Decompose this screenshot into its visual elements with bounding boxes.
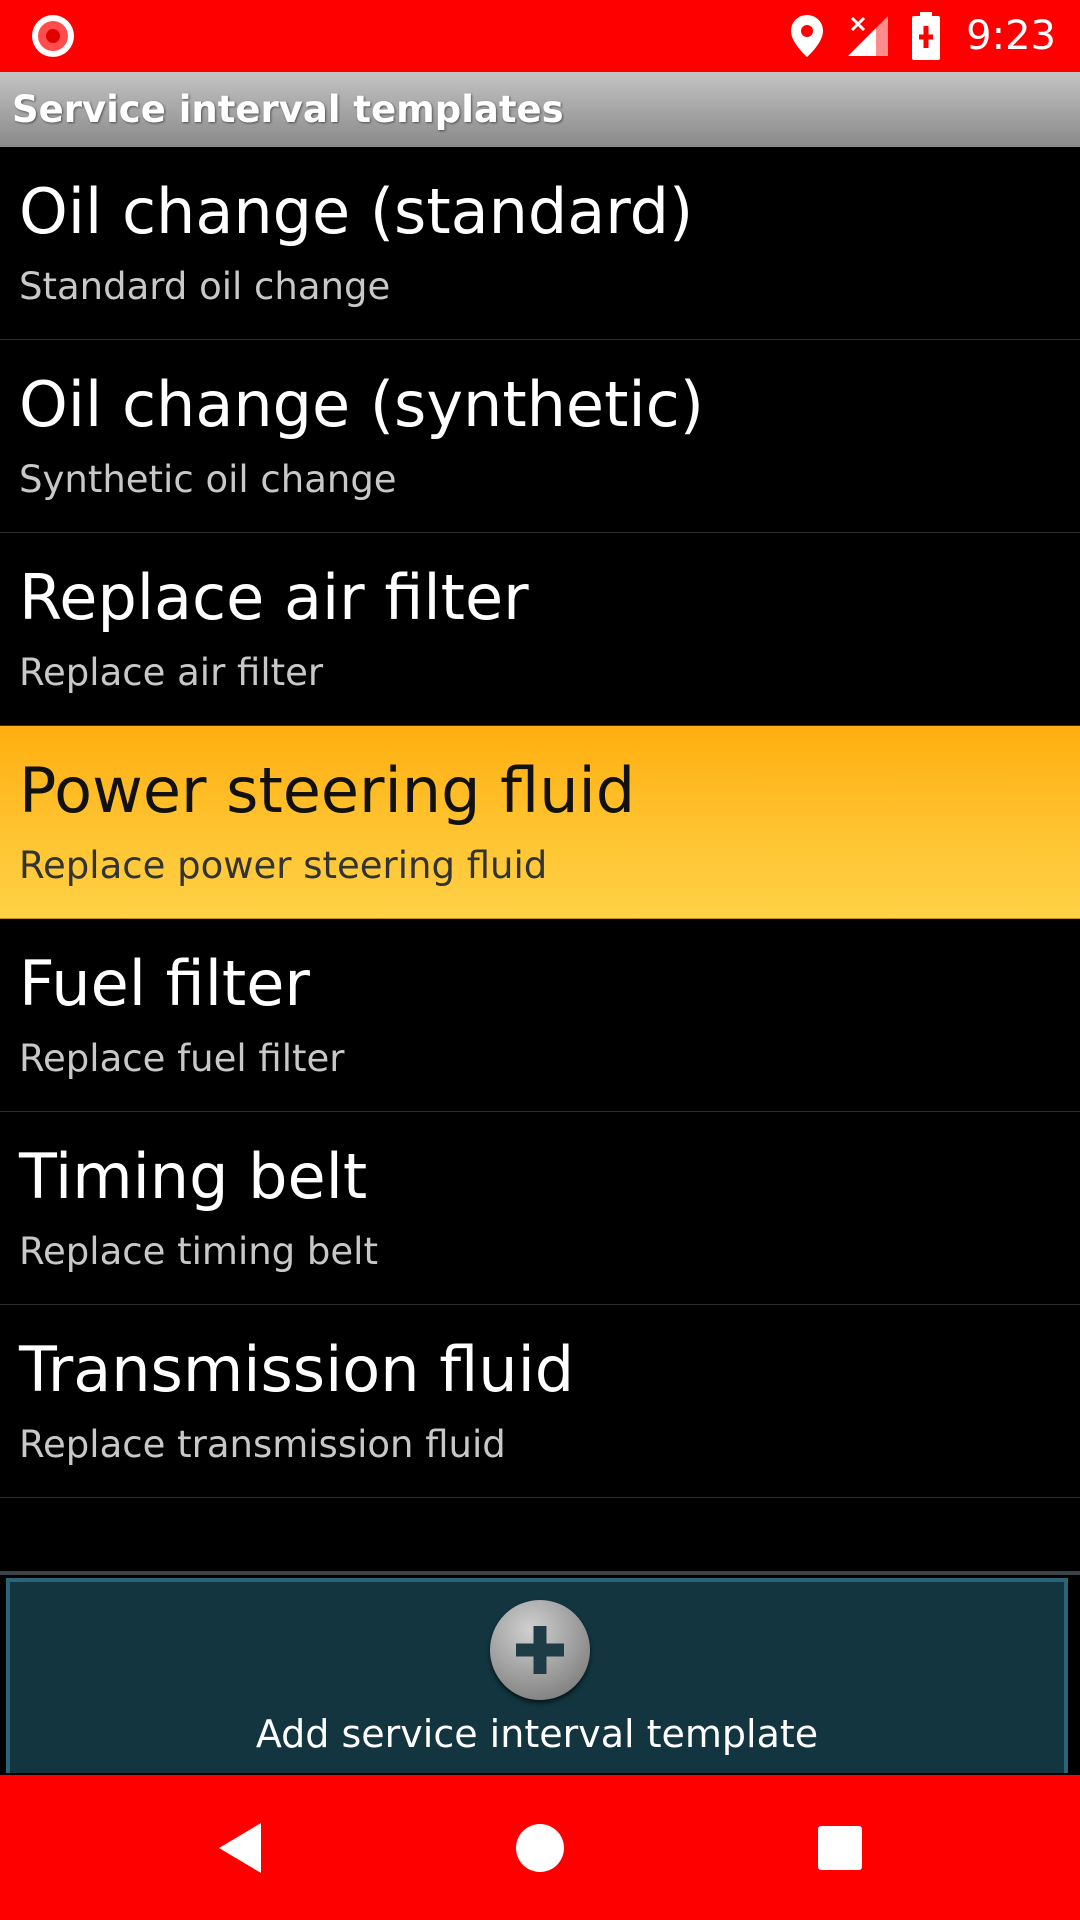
location-icon bbox=[790, 14, 824, 58]
status-icons: 9:23 bbox=[790, 0, 1056, 72]
item-subtitle: Synthetic oil change bbox=[19, 458, 397, 501]
item-title: Oil change (synthetic) bbox=[19, 368, 704, 441]
divider bbox=[0, 1571, 1080, 1575]
item-subtitle: Replace transmission fluid bbox=[19, 1423, 506, 1466]
item-title: Fuel filter bbox=[19, 947, 310, 1020]
item-subtitle: Replace air filter bbox=[19, 651, 324, 694]
list-item[interactable]: Oil change (standard) Standard oil chang… bbox=[0, 147, 1080, 340]
list-item[interactable]: Replace air filter Replace air filter bbox=[0, 533, 1080, 726]
item-title: Replace air filter bbox=[19, 561, 529, 634]
signal-no-data-icon bbox=[846, 14, 890, 58]
template-list: Oil change (standard) Standard oil chang… bbox=[0, 147, 1080, 1498]
item-subtitle: Replace fuel filter bbox=[19, 1037, 345, 1080]
list-item[interactable]: Fuel filter Replace fuel filter bbox=[0, 919, 1080, 1112]
home-icon[interactable] bbox=[480, 1775, 600, 1920]
item-subtitle: Standard oil change bbox=[19, 265, 391, 308]
item-title: Oil change (standard) bbox=[19, 175, 694, 248]
add-template-button[interactable]: Add service interval template bbox=[6, 1578, 1068, 1773]
list-item[interactable]: Oil change (synthetic) Synthetic oil cha… bbox=[0, 340, 1080, 533]
list-item-selected[interactable]: Power steering fluid Replace power steer… bbox=[0, 726, 1080, 919]
status-time: 9:23 bbox=[966, 13, 1056, 59]
add-template-label: Add service interval template bbox=[255, 1712, 819, 1756]
status-bar: 9:23 bbox=[0, 0, 1080, 72]
page-title: Service interval templates bbox=[12, 88, 564, 131]
back-icon[interactable] bbox=[180, 1775, 300, 1920]
title-bar: Service interval templates bbox=[0, 72, 1080, 147]
list-item[interactable]: Transmission fluid Replace transmission … bbox=[0, 1305, 1080, 1498]
battery-charging-icon bbox=[912, 12, 941, 60]
recents-icon[interactable] bbox=[780, 1775, 900, 1920]
item-subtitle: Replace timing belt bbox=[19, 1230, 378, 1273]
screen: 9:23 Service interval templates Oil chan… bbox=[0, 0, 1080, 1920]
item-title: Timing belt bbox=[19, 1140, 368, 1213]
plus-icon[interactable] bbox=[490, 1600, 590, 1700]
record-icon bbox=[32, 15, 74, 57]
item-title: Transmission fluid bbox=[19, 1333, 575, 1406]
list-item[interactable]: Timing belt Replace timing belt bbox=[0, 1112, 1080, 1305]
item-subtitle: Replace power steering fluid bbox=[19, 844, 548, 887]
item-title: Power steering fluid bbox=[19, 754, 636, 827]
navigation-bar bbox=[0, 1775, 1080, 1920]
